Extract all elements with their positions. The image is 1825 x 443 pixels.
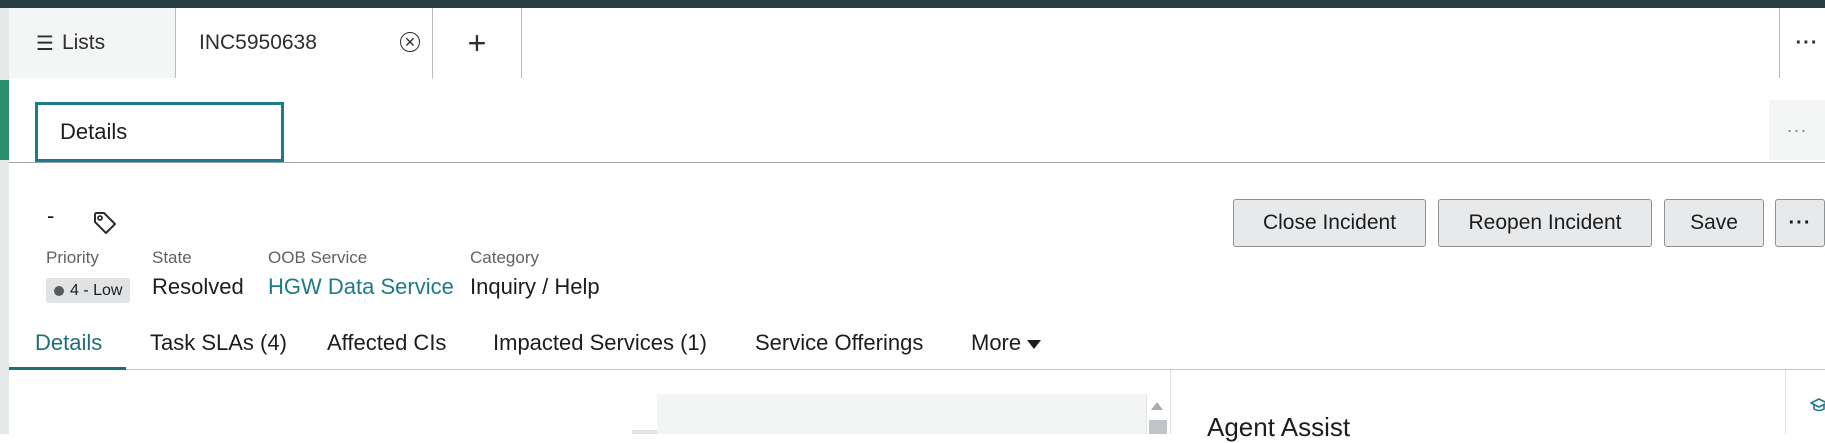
panel-corner [632, 430, 657, 434]
tab-incident[interactable]: INC5950638 ✕ [176, 8, 433, 79]
panel-divider [1170, 370, 1171, 434]
service-link[interactable]: HGW Data Service [268, 274, 454, 300]
priority-label: Priority [46, 248, 99, 267]
agent-assist-title: Agent Assist [1207, 412, 1351, 442]
tab-more-label: More [971, 330, 1022, 355]
caret-down-icon [1027, 339, 1042, 349]
record-tabs: Details Task SLAs (4) Affected CIs Impac… [9, 322, 1825, 370]
left-nav-accent [0, 80, 9, 160]
sidebar-divider [1785, 370, 1786, 434]
tab-task-slas[interactable]: Task SLAs (4) [150, 330, 287, 356]
category-label: Category [470, 248, 539, 267]
actions-more-button[interactable]: ··· [1775, 199, 1825, 247]
save-button[interactable]: Save [1664, 199, 1764, 247]
tab-more[interactable]: More [971, 330, 1042, 356]
tag-icon[interactable] [92, 210, 118, 236]
active-tab-indicator [9, 367, 126, 370]
tab-incident-label: INC5950638 [199, 31, 317, 54]
scroll-up-icon[interactable] [1151, 402, 1163, 410]
add-tab-button[interactable]: + [433, 8, 522, 78]
details-subtab[interactable]: Details [35, 102, 284, 162]
category-value: Inquiry / Help [470, 274, 600, 299]
workspace-tab-bar: ☰ Lists INC5950638 ✕ + ··· [9, 8, 1825, 79]
list-icon: ☰ [36, 32, 54, 55]
service-label: OOB Service [268, 248, 368, 267]
state-value: Resolved [152, 274, 244, 299]
tab-bar-more-button[interactable]: ··· [1780, 8, 1825, 78]
record-subbar: Details ··· [9, 78, 1825, 163]
scrollbar-thumb[interactable] [1149, 420, 1167, 434]
graduation-cap-icon[interactable] [1810, 397, 1825, 413]
priority-value: 4 - Low [70, 281, 123, 299]
tab-affected-cis[interactable]: Affected CIs [327, 330, 446, 356]
priority-badge: 4 - Low [46, 278, 131, 303]
form-content-panel [657, 394, 1147, 434]
tab-lists-label: Lists [61, 31, 106, 54]
tab-service-offerings[interactable]: Service Offerings [755, 330, 923, 356]
subbar-more-button[interactable]: ··· [1769, 100, 1825, 160]
left-nav-strip [0, 8, 9, 434]
priority-dot-icon [54, 285, 64, 296]
tab-lists[interactable]: ☰ Lists [9, 8, 176, 78]
record-short-description: - [47, 203, 55, 228]
reopen-incident-button[interactable]: Reopen Incident [1438, 199, 1652, 247]
tab-impacted-services[interactable]: Impacted Services (1) [493, 330, 707, 356]
close-tab-icon[interactable]: ✕ [400, 32, 420, 52]
state-label: State [152, 248, 192, 267]
tab-bar-spacer [522, 8, 1780, 78]
tab-details[interactable]: Details [35, 330, 102, 356]
top-header-bar [0, 0, 1825, 8]
close-incident-button[interactable]: Close Incident [1233, 199, 1426, 247]
